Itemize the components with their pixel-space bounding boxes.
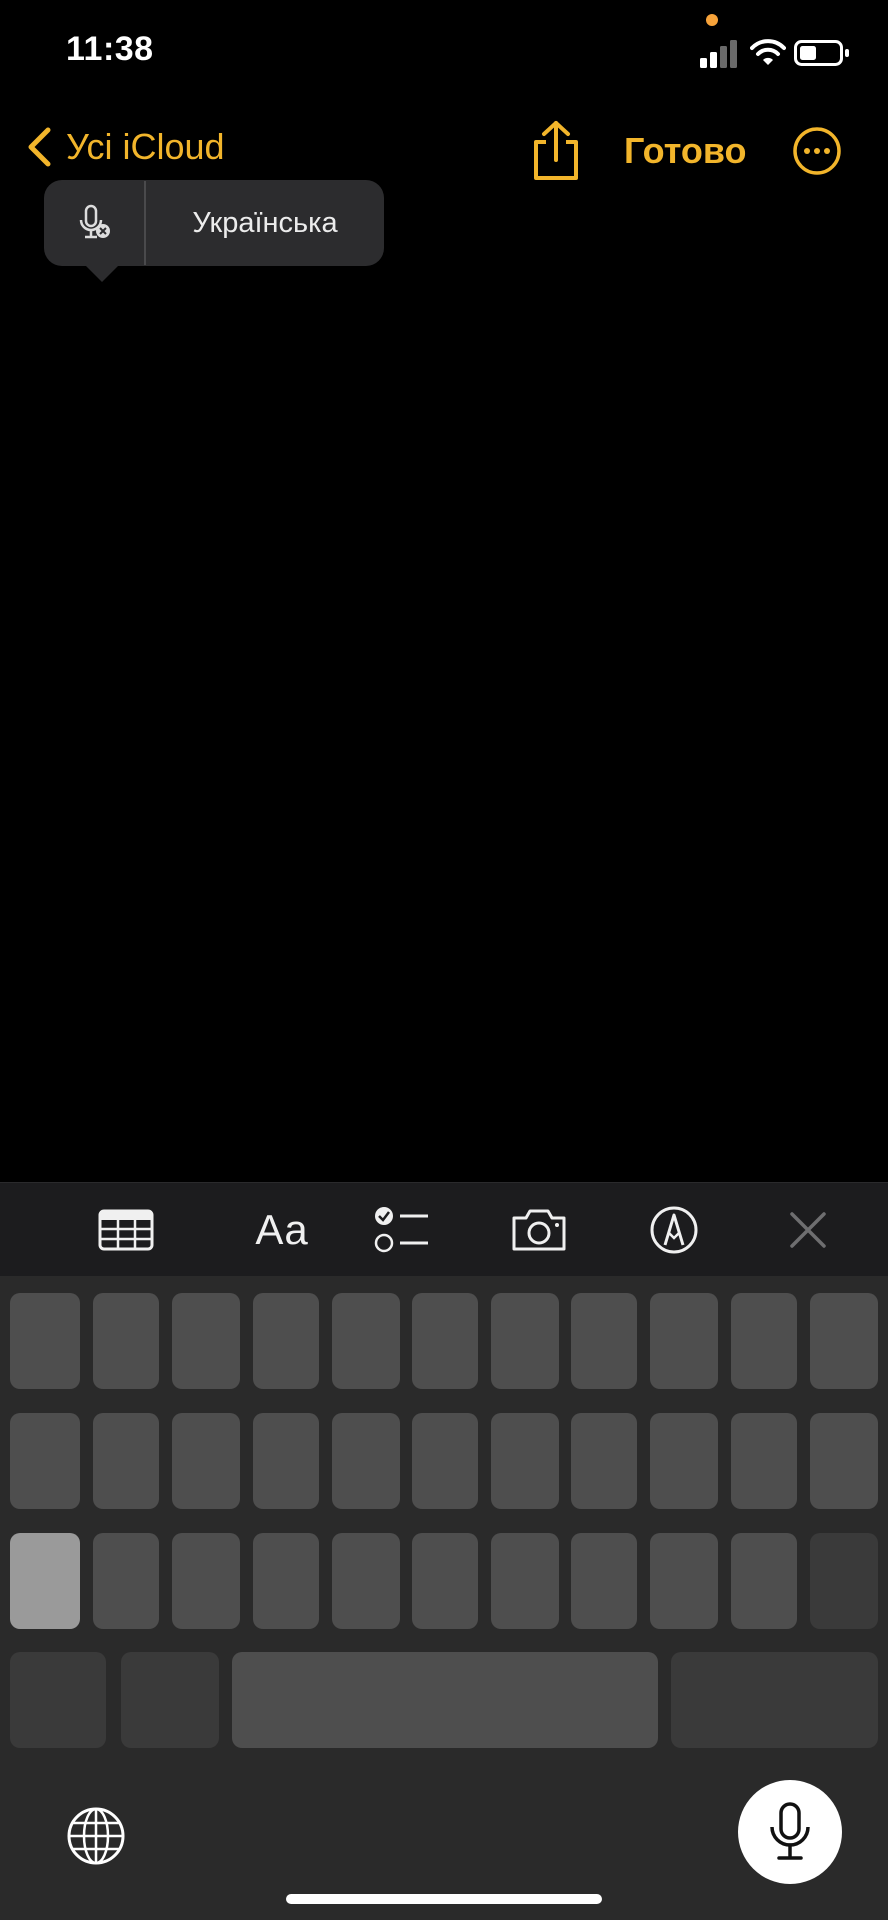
keyboard-key[interactable]: [571, 1533, 637, 1629]
keyboard-key[interactable]: [253, 1413, 319, 1509]
keyboard-key[interactable]: [253, 1533, 319, 1629]
close-icon: [790, 1212, 826, 1248]
wifi-icon: [750, 39, 786, 65]
keyboard-key[interactable]: [731, 1533, 797, 1629]
globe-icon[interactable]: [66, 1806, 126, 1866]
keyboard-key[interactable]: [253, 1293, 319, 1389]
keyboard-key[interactable]: [731, 1293, 797, 1389]
keyboard-key[interactable]: [172, 1293, 240, 1389]
markup-button[interactable]: [648, 1203, 700, 1257]
keyboard-key[interactable]: [571, 1293, 637, 1389]
checklist-button[interactable]: [374, 1203, 430, 1257]
keyboard-key[interactable]: [810, 1413, 878, 1509]
text-format-button[interactable]: Aa: [236, 1203, 328, 1257]
dictation-language-popup: Українська: [44, 180, 384, 282]
keyboard-key[interactable]: [650, 1293, 718, 1389]
keyboard-key[interactable]: [412, 1293, 478, 1389]
return-key[interactable]: [671, 1652, 878, 1748]
keyboard-key[interactable]: [491, 1413, 559, 1509]
emoji-key[interactable]: [121, 1652, 219, 1748]
keyboard-key[interactable]: [332, 1293, 400, 1389]
table-button[interactable]: [98, 1203, 154, 1257]
keyboard-key[interactable]: [93, 1293, 159, 1389]
format-toolbar: Aa: [0, 1182, 888, 1277]
keyboard-key[interactable]: [731, 1413, 797, 1509]
mic-icon: [770, 1802, 810, 1860]
keyboard-key[interactable]: [412, 1413, 478, 1509]
chevron-left-icon: [28, 127, 51, 167]
keyboard-key[interactable]: [93, 1533, 159, 1629]
done-button[interactable]: Готово: [624, 130, 747, 172]
keyboard-key[interactable]: [10, 1413, 80, 1509]
keyboard-key[interactable]: [332, 1413, 400, 1509]
keyboard-key[interactable]: [810, 1293, 878, 1389]
home-indicator[interactable]: [286, 1894, 602, 1904]
space-key[interactable]: [232, 1652, 658, 1748]
battery-icon: [794, 40, 849, 66]
keyboard-key[interactable]: [412, 1533, 478, 1629]
numbers-key[interactable]: [10, 1652, 106, 1748]
keyboard-key[interactable]: [650, 1533, 718, 1629]
keyboard-key[interactable]: [93, 1413, 159, 1509]
keyboard-key[interactable]: [491, 1533, 559, 1629]
back-label: Усі iCloud: [66, 126, 225, 167]
backspace-key[interactable]: [810, 1533, 878, 1629]
camera-button[interactable]: [510, 1203, 568, 1257]
mic-slash-icon: [79, 204, 110, 239]
status-time: 11:38: [66, 30, 154, 68]
back-button[interactable]: Усі iCloud: [26, 126, 225, 168]
keyboard-key[interactable]: [172, 1533, 240, 1629]
pen-circle-icon: [650, 1206, 698, 1254]
keyboard-key[interactable]: [332, 1533, 400, 1629]
ellipsis-circle-icon[interactable]: [792, 126, 842, 176]
keyboard-key[interactable]: [491, 1293, 559, 1389]
stop-dictation-button[interactable]: [44, 180, 144, 266]
dictation-language[interactable]: Українська: [146, 207, 384, 240]
keyboard-key[interactable]: [650, 1413, 718, 1509]
keyboard-key[interactable]: [10, 1293, 80, 1389]
cellular-signal-icon: [700, 40, 737, 68]
close-toolbar-button[interactable]: [788, 1203, 828, 1257]
shift-key[interactable]: [10, 1533, 80, 1629]
table-icon: [98, 1209, 154, 1251]
share-icon[interactable]: [530, 120, 582, 182]
mic-in-use-indicator: [706, 14, 718, 26]
dictation-mic-button[interactable]: [738, 1780, 842, 1884]
camera-icon: [512, 1209, 566, 1251]
checklist-icon: [374, 1207, 428, 1253]
keyboard-key[interactable]: [571, 1413, 637, 1509]
keyboard-key[interactable]: [172, 1413, 240, 1509]
